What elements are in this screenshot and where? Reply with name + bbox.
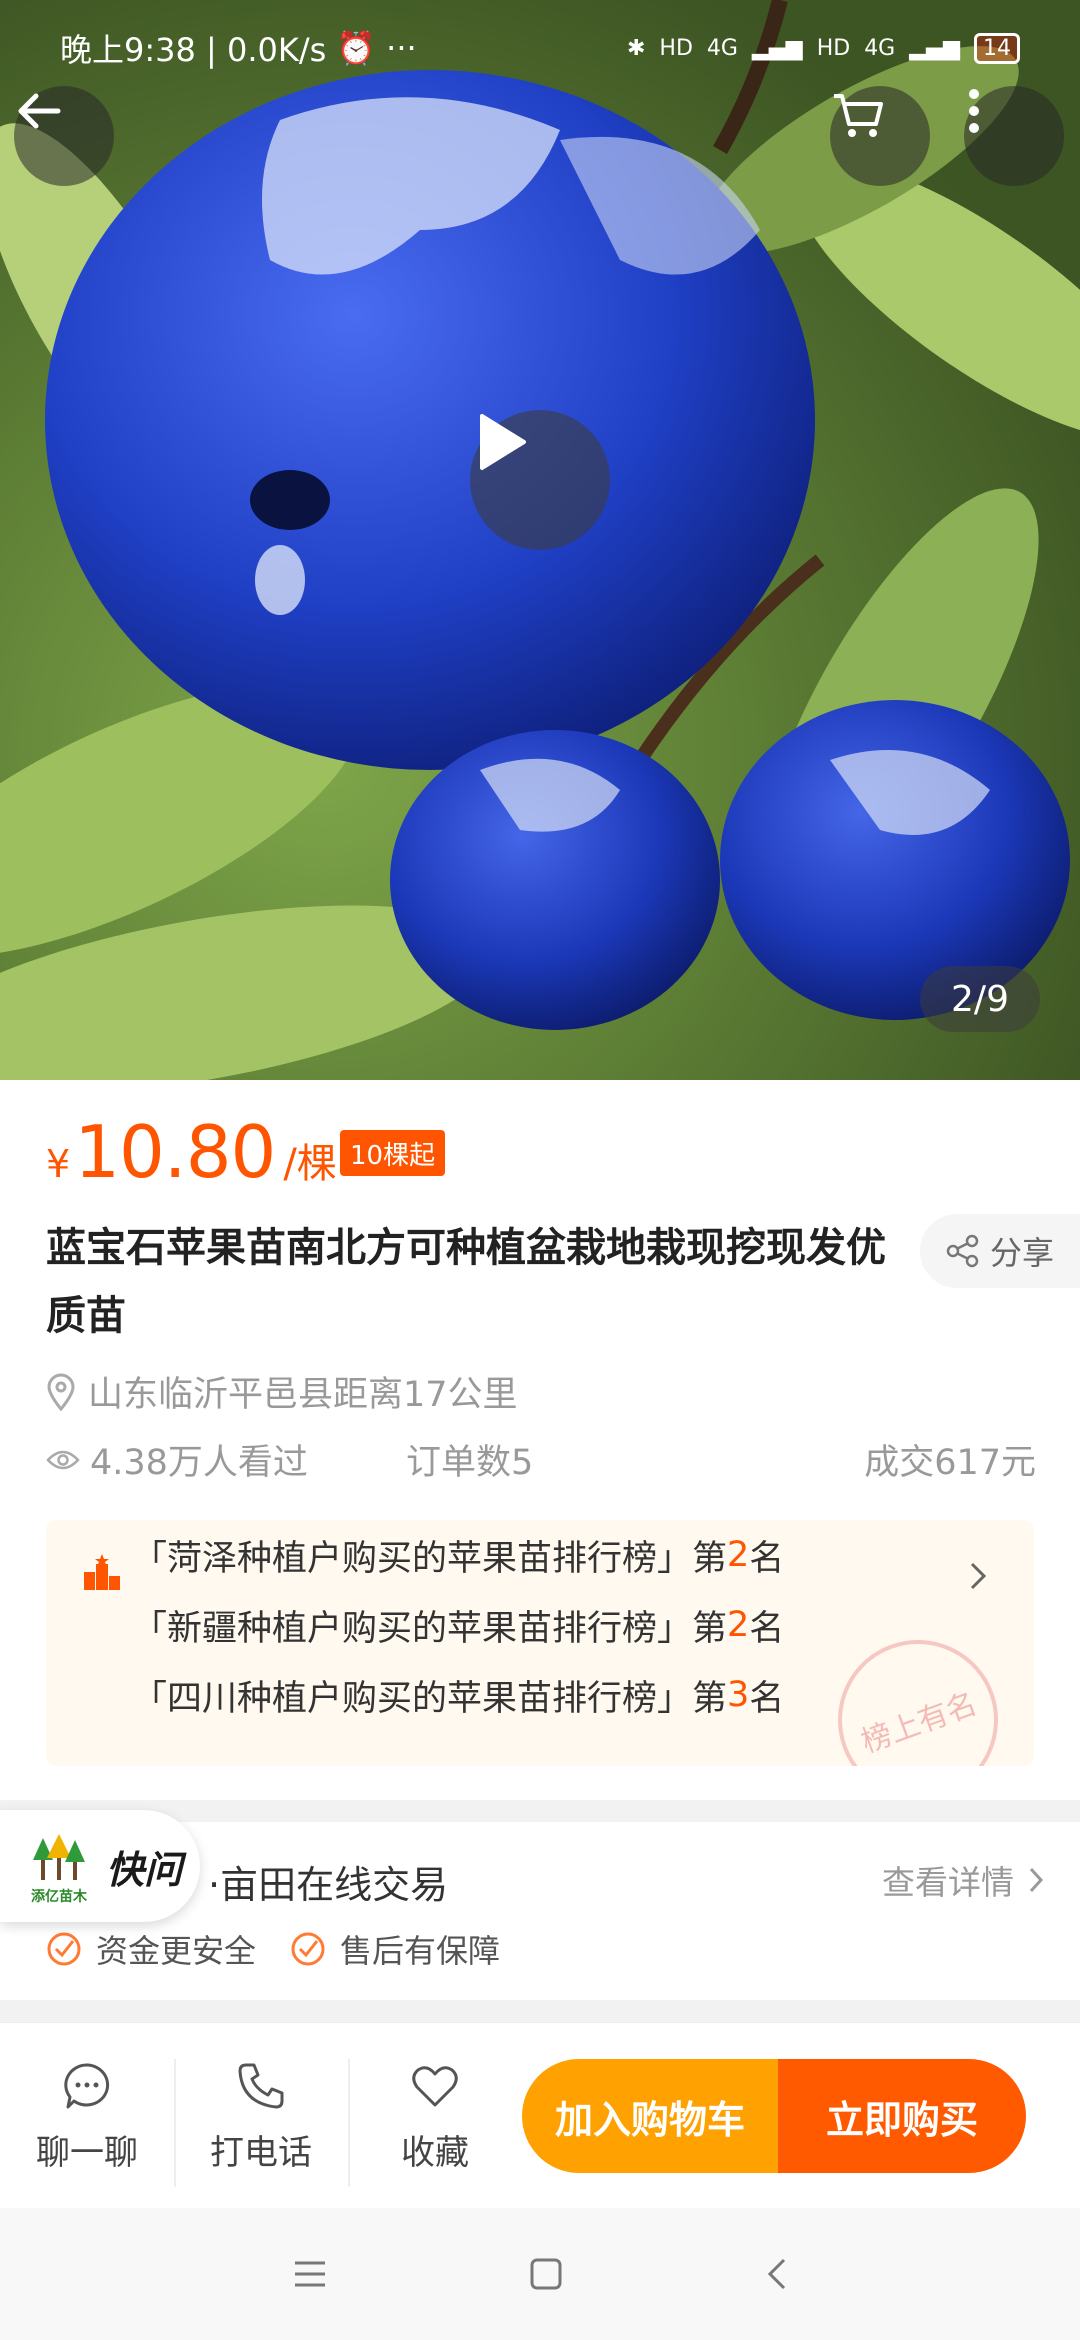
network-4g-1: 4G <box>706 35 738 61</box>
chevron-right-icon <box>970 1562 987 1590</box>
ranking-text: 「四川种植户购买的苹果苗排行榜」第 <box>132 1678 728 1719</box>
ranking-item: 「四川种植户购买的苹果苗排行榜」第 3 名 <box>132 1660 784 1730</box>
back-button[interactable] <box>14 86 114 186</box>
price: ¥ 10.80 /棵 <box>46 1110 337 1194</box>
ranking-number: 3 <box>727 1675 750 1715</box>
product-title: 蓝宝石苹果苗南北方可种植盆栽地栽现挖现发优质苗 <box>46 1225 886 1339</box>
play-icon <box>480 414 526 470</box>
hd-label-2: HD <box>816 35 851 61</box>
price-amount: 10.80 <box>74 1110 276 1194</box>
trade-title: ·亩田在线交易 <box>208 1863 449 1907</box>
guarantee-item: 资金更安全 <box>46 1926 256 1972</box>
back-icon[interactable] <box>764 2256 788 2292</box>
phone-icon <box>238 2063 284 2109</box>
more-vertical-icon <box>969 89 979 133</box>
deal-amount: 成交617元 <box>864 1443 1036 1483</box>
orders-count: 订单数5 <box>406 1443 534 1483</box>
menu-icon[interactable] <box>292 2259 328 2289</box>
product-stats: 4.38万人看过 订单数5 成交617元 <box>46 1434 1036 1485</box>
share-button[interactable]: 分享 <box>920 1214 1080 1288</box>
add-to-cart-button[interactable]: 加入购物车 <box>522 2059 778 2173</box>
ranking-number: 2 <box>727 1535 750 1575</box>
share-label: 分享 <box>989 1234 1054 1272</box>
chevron-right-icon <box>1029 1867 1044 1893</box>
ranking-number: 2 <box>727 1605 750 1645</box>
view-details-link[interactable]: 查看详情 <box>882 1856 1044 1904</box>
location-text: 山东临沂平邑县距离17公里 <box>88 1375 518 1415</box>
cart-button[interactable] <box>830 86 930 186</box>
store-logo: 添亿苗木 <box>24 1826 94 1906</box>
call-button[interactable]: 打电话 <box>174 2061 348 2174</box>
ranking-item: 「菏泽种植户购买的苹果苗排行榜」第 2 名 <box>132 1520 784 1590</box>
status-bar: 晚上9:38 | 0.0K/s ⏰ ··· ✱ HD 4G ▂▄▆ HD 4G … <box>0 0 1080 96</box>
back-arrow-icon <box>18 93 61 129</box>
guarantee-label: 售后有保障 <box>340 1932 501 1970</box>
store-logo-text: 添亿苗木 <box>31 1889 87 1905</box>
price-unit: /棵 <box>283 1141 337 1187</box>
status-more-dots: ··· <box>386 29 417 67</box>
ranking-suffix: 名 <box>749 1538 785 1579</box>
favorite-label: 收藏 <box>401 2133 469 2173</box>
eye-icon <box>46 1450 80 1469</box>
chat-bubble-icon <box>64 2063 110 2109</box>
kuaiwen-label: 快问 <box>106 1847 183 1892</box>
signal-icon: ▂▄▆ <box>751 35 803 61</box>
ranking-podium-icon <box>84 1554 120 1590</box>
bluetooth-icon: ✱ <box>626 35 646 61</box>
more-options-button[interactable] <box>964 86 1064 186</box>
price-currency: ¥ <box>46 1142 71 1186</box>
section-divider <box>0 2000 1080 2022</box>
guarantee-item: 售后有保障 <box>290 1926 500 1972</box>
share-icon <box>946 1234 979 1268</box>
signal-icon: ▂▄▆ <box>909 35 960 61</box>
status-time: 晚上9:38 | 0.0K/s <box>60 31 327 69</box>
chat-button[interactable]: 聊一聊 <box>0 2061 174 2174</box>
guarantees: 资金更安全 售后有保障 <box>46 1926 500 1972</box>
favorite-button[interactable]: 收藏 <box>348 2061 522 2174</box>
purchase-buttons: 加入购物车 立即购买 <box>522 2059 1026 2173</box>
bottom-action-bar: 聊一聊 打电话 收藏 加入购物车 立即购买 <box>0 2022 1080 2208</box>
check-circle-icon <box>47 1932 81 1966</box>
image-page-counter: 2/9 <box>920 966 1040 1032</box>
views-count: 4.38万人看过 <box>90 1443 308 1483</box>
ranking-suffix: 名 <box>749 1678 785 1719</box>
play-video-button[interactable] <box>470 410 610 550</box>
cart-icon <box>834 94 883 137</box>
product-image[interactable]: 晚上9:38 | 0.0K/s ⏰ ··· ✱ HD 4G ▂▄▆ HD 4G … <box>0 0 1080 1080</box>
min-order-badge: 10棵起 <box>340 1130 446 1176</box>
alarm-icon: ⏰ <box>336 29 377 67</box>
system-navigation-bar <box>0 2208 1080 2340</box>
kuaiwen-floating-button[interactable]: 添亿苗木 快问 <box>0 1810 200 1922</box>
guarantee-label: 资金更安全 <box>96 1932 257 1970</box>
ranking-stamp: 榜上有名 <box>815 1617 1021 1766</box>
buy-now-button[interactable]: 立即购买 <box>778 2059 1026 2173</box>
home-icon[interactable] <box>528 2256 564 2292</box>
network-4g-2: 4G <box>864 35 896 61</box>
call-label: 打电话 <box>210 2133 312 2173</box>
ranking-text: 「菏泽种植户购买的苹果苗排行榜」第 <box>132 1538 728 1579</box>
hd-label-1: HD <box>659 35 693 61</box>
heart-icon <box>412 2066 458 2107</box>
location: 山东临沂平邑县距离17公里 <box>46 1366 518 1417</box>
ranking-item: 「新疆种植户购买的苹果苗排行榜」第 2 名 <box>132 1590 784 1660</box>
battery-icon: 14 <box>974 32 1020 64</box>
ranking-text: 「新疆种植户购买的苹果苗排行榜」第 <box>132 1608 728 1649</box>
ranking-card[interactable]: 「菏泽种植户购买的苹果苗排行榜」第 2 名 「新疆种植户购买的苹果苗排行榜」第 2 名 … <box>46 1520 1034 1766</box>
tree-logo-icon <box>33 1834 85 1880</box>
location-pin-icon <box>47 1373 75 1411</box>
ranking-suffix: 名 <box>749 1608 785 1649</box>
view-details-label: 查看详情 <box>882 1863 1014 1902</box>
check-circle-icon <box>291 1932 325 1966</box>
chat-label: 聊一聊 <box>36 2133 138 2173</box>
